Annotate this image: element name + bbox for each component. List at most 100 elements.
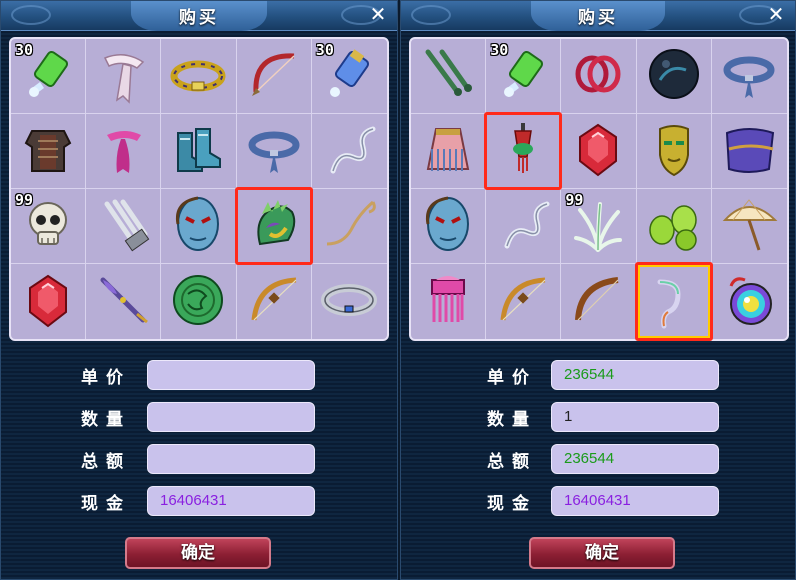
white-ribbon-icon [93,44,153,108]
item-slot[interactable] [86,114,162,189]
item-grid: 30 30 99 [9,37,389,341]
green-fruit-icon [644,194,704,258]
purple-staff-icon [93,270,153,334]
item-slot[interactable] [411,114,487,189]
dialog-title: 购买 [179,8,219,28]
close-icon[interactable]: ✕ [367,3,389,25]
quantity-input[interactable] [147,402,315,432]
close-icon[interactable]: ✕ [765,3,787,25]
item-slot[interactable] [712,264,787,339]
hook-whip-icon [319,194,379,258]
red-rings-icon [568,44,628,108]
pink-ribbon-icon [93,119,153,183]
item-slot[interactable] [486,264,562,339]
cash-label: 现金 [487,494,537,514]
item-slot[interactable] [561,39,637,114]
item-slot[interactable] [11,264,87,339]
item-slot[interactable] [634,262,714,341]
blue-mask-icon [168,194,228,258]
silver-whip-icon [319,119,379,183]
count-label: 数量 [81,410,131,430]
item-slot[interactable] [411,264,487,339]
claw-blade-icon [93,194,153,258]
item-slot[interactable] [411,189,487,264]
item-slot[interactable] [411,39,487,114]
fringe-skirt-icon [418,119,478,183]
item-slot[interactable] [636,39,712,114]
cash-field: 16406431 [147,486,315,516]
price-field [147,360,315,390]
row-count: 数量 [1,401,397,435]
gold-mask-icon [644,119,704,183]
count-label: 数量 [487,410,537,430]
brown-bow-icon [568,270,628,334]
item-slot[interactable] [11,114,87,189]
tassel-charm-icon [493,119,553,183]
dragon-helmet-icon [244,194,304,258]
item-slot[interactable] [312,264,387,339]
dark-orb-icon [644,44,704,108]
item-slot[interactable] [311,189,387,264]
price-label: 单价 [81,368,131,388]
item-slot[interactable] [237,264,312,339]
item-slot[interactable] [236,39,312,114]
pink-comb-icon [418,270,478,334]
item-slot[interactable] [311,114,387,189]
silver-whip-icon [493,194,553,258]
row-count: 数量 1 [401,401,795,435]
buy-dialog-right: 购买 ✕ 30 99 单价 236544 数量 1 总额 236544 现金 16… [400,0,796,580]
silver-ring-icon [319,270,379,334]
item-slot[interactable]: 30 [486,39,562,114]
red-gem-icon [568,119,628,183]
total-label: 总额 [81,452,131,472]
item-slot[interactable] [161,39,237,114]
confirm-button[interactable]: 确定 [125,537,271,569]
item-slot[interactable] [484,112,563,190]
gold-belt-icon [168,44,228,108]
item-slot[interactable] [234,187,314,265]
parasol-icon [719,194,779,258]
quantity-input[interactable]: 1 [551,402,719,432]
twin-dagger-icon [418,44,478,108]
cash-label: 现金 [81,494,131,514]
row-total: 总额 [1,443,397,477]
item-slot[interactable] [86,264,162,339]
confirm-button[interactable]: 确定 [529,537,675,569]
total-field [147,444,315,474]
title-bar[interactable]: 购买 ✕ [401,1,795,31]
item-slot[interactable]: 30 [311,39,387,114]
item-slot[interactable] [86,189,162,264]
item-slot[interactable] [561,264,637,339]
item-quantity: 99 [565,191,584,209]
red-gem-icon [18,270,78,334]
buy-dialog-left: 购买 ✕ 30 30 99 单价 数量 总额 现金 16406431 确定 [0,0,398,580]
item-quantity: 30 [490,41,509,59]
item-slot[interactable] [161,114,237,189]
purple-cloth-icon [719,119,779,183]
item-slot[interactable] [711,189,787,264]
total-field: 236544 [551,444,719,474]
item-slot[interactable] [561,114,637,189]
row-cash: 现金 16406431 [401,485,795,519]
item-slot[interactable] [636,114,712,189]
item-slot[interactable] [486,189,562,264]
blue-belt-icon [719,44,779,108]
item-slot[interactable] [636,189,712,264]
item-slot[interactable] [236,114,312,189]
cash-field: 16406431 [551,486,719,516]
item-slot[interactable] [711,114,787,189]
item-slot[interactable] [161,264,237,339]
title-bar[interactable]: 购买 ✕ [1,1,397,31]
item-quantity: 30 [315,41,334,59]
item-slot[interactable]: 30 [11,39,87,114]
item-slot[interactable] [86,39,162,114]
red-bow-icon [244,44,304,108]
rainbow-whip-icon [644,270,704,334]
price-label: 单价 [487,368,537,388]
item-slot[interactable] [161,189,237,264]
price-field: 236544 [551,360,719,390]
item-slot[interactable]: 99 [11,189,87,264]
item-quantity: 99 [15,191,34,209]
item-slot[interactable] [711,39,787,114]
item-slot[interactable]: 99 [561,189,637,264]
